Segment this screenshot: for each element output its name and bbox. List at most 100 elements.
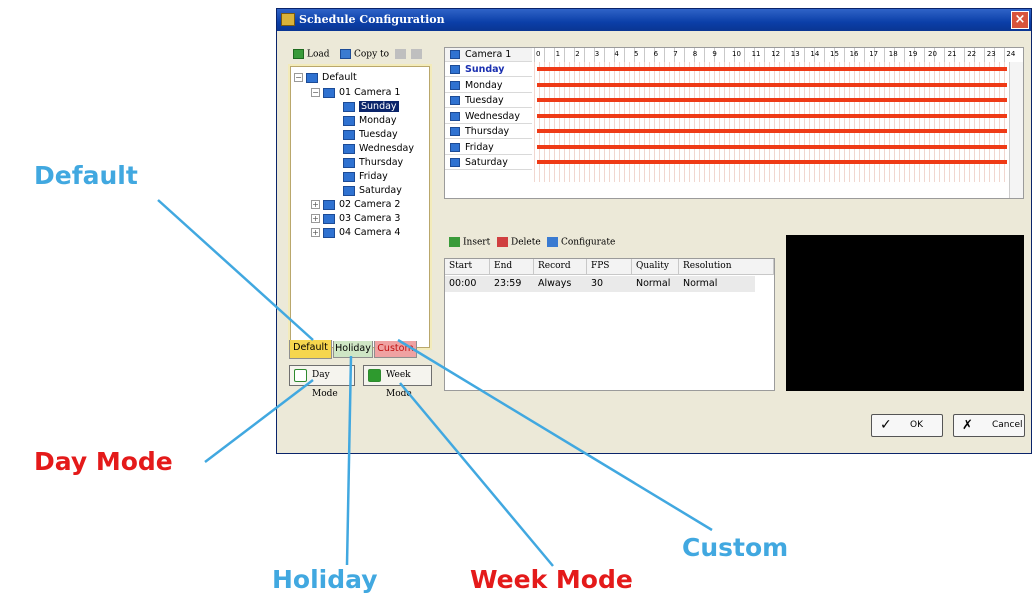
insert-icon bbox=[449, 237, 460, 247]
hour-label: 16 bbox=[849, 50, 859, 58]
camera-icon bbox=[323, 213, 335, 224]
copy-to-label: Copy to bbox=[354, 49, 390, 60]
col-record[interactable]: Record bbox=[534, 259, 587, 275]
grid-scrollbar[interactable] bbox=[1009, 62, 1023, 198]
down-arrow-button[interactable] bbox=[411, 49, 425, 60]
up-arrow-button[interactable] bbox=[395, 49, 409, 60]
day-icon bbox=[450, 65, 460, 74]
annotation-week-mode: Week Mode bbox=[470, 565, 633, 594]
title-bar[interactable]: Schedule Configuration × bbox=[277, 9, 1031, 31]
collapse-icon[interactable]: − bbox=[294, 73, 303, 82]
hour-label: 14 bbox=[810, 50, 820, 58]
col-resolution[interactable]: Resolution bbox=[679, 259, 774, 275]
ok-button[interactable]: ✓ OK bbox=[871, 414, 943, 437]
cancel-button[interactable]: ✗ Cancel bbox=[953, 414, 1025, 437]
day-icon bbox=[450, 96, 460, 105]
tree-node-wednesday[interactable]: Wednesday bbox=[343, 142, 414, 156]
window-title: Schedule Configuration bbox=[299, 13, 445, 26]
hour-label: 0 bbox=[536, 50, 541, 58]
load-button[interactable]: Load bbox=[293, 49, 330, 60]
schedule-grid[interactable]: Camera 1 0 1 2 3 4 5 6 7 8 9 10 11 12 13 14 15 16 17 18 19 2… bbox=[444, 47, 1024, 199]
calendar-icon bbox=[343, 101, 355, 112]
close-button[interactable]: × bbox=[1011, 11, 1029, 29]
tree-node-camera-3[interactable]: +03 Camera 3 bbox=[311, 212, 400, 226]
hour-label: 6 bbox=[653, 50, 659, 58]
col-fps[interactable]: FPS bbox=[587, 259, 632, 275]
grid-day-wednesday[interactable]: Wednesday bbox=[445, 109, 532, 124]
hour-label: 17 bbox=[869, 50, 879, 58]
calendar-icon bbox=[343, 129, 355, 140]
annotation-custom: Custom bbox=[682, 533, 789, 562]
grid-day-label: Sunday bbox=[465, 64, 505, 75]
week-mode-icon bbox=[368, 369, 381, 382]
tree-node-monday[interactable]: Monday bbox=[343, 114, 397, 128]
calendar-icon bbox=[343, 157, 355, 168]
load-label: Load bbox=[307, 49, 330, 60]
expand-icon[interactable]: + bbox=[311, 200, 320, 209]
day-icon bbox=[450, 158, 460, 167]
calendar-icon bbox=[343, 115, 355, 126]
grid-day-thursday[interactable]: Thursday bbox=[445, 124, 532, 139]
delete-button[interactable]: Delete bbox=[497, 237, 541, 248]
x-icon: ✗ bbox=[962, 418, 973, 433]
week-mode-button[interactable]: Week Mode bbox=[363, 365, 432, 399]
tree-node-tuesday[interactable]: Tuesday bbox=[343, 128, 398, 142]
tree-node-camera-4[interactable]: +04 Camera 4 bbox=[311, 226, 400, 240]
day-mode-icon bbox=[294, 369, 307, 382]
copy-to-button[interactable]: Copy to bbox=[340, 49, 389, 60]
expand-icon[interactable]: + bbox=[311, 228, 320, 237]
day-icon bbox=[450, 127, 460, 136]
cell-quality: Normal bbox=[632, 276, 679, 292]
annotation-holiday: Holiday bbox=[272, 565, 378, 594]
hour-label: 8 bbox=[692, 50, 698, 58]
annotation-default: Default bbox=[34, 161, 138, 190]
camera-tree[interactable]: − Default −01 Camera 1 Sunday Monday Tues… bbox=[288, 64, 432, 350]
tree-node-sunday[interactable]: Sunday bbox=[343, 100, 399, 114]
tab-default[interactable]: Default bbox=[289, 340, 332, 359]
tree-node-friday[interactable]: Friday bbox=[343, 170, 388, 184]
schedule-bar-wednesday[interactable] bbox=[537, 113, 1007, 118]
hour-label: 13 bbox=[790, 50, 800, 58]
insert-button[interactable]: Insert bbox=[449, 237, 490, 248]
schedule-bar-thursday[interactable] bbox=[537, 129, 1007, 133]
check-icon: ✓ bbox=[880, 417, 892, 433]
calendar-icon bbox=[343, 185, 355, 196]
video-preview bbox=[786, 235, 1024, 391]
tab-holiday[interactable]: Holiday bbox=[333, 341, 373, 358]
day-mode-button[interactable]: Day Mode bbox=[289, 365, 355, 399]
hour-label: 2 bbox=[575, 50, 580, 58]
schedule-table[interactable]: Start Time End Time Record FPS Quality R… bbox=[444, 258, 775, 391]
camera-icon bbox=[323, 227, 335, 238]
tree-node-thursday[interactable]: Thursday bbox=[343, 156, 403, 170]
hour-scale: 0 1 2 3 4 5 6 7 8 9 10 11 12 13 14 15 16 17 18 19 20 21 22 23 24 bbox=[534, 48, 1015, 62]
schedule-bar-monday[interactable] bbox=[537, 82, 1007, 87]
grid-day-label: Tuesday bbox=[465, 95, 504, 106]
calendar-icon bbox=[343, 171, 355, 182]
hour-label: 9 bbox=[712, 50, 717, 58]
grid-day-label: Thursday bbox=[465, 126, 510, 137]
schedule-bar-saturday[interactable] bbox=[537, 160, 1007, 164]
grid-day-friday[interactable]: Friday bbox=[445, 140, 532, 155]
configurate-button[interactable]: Configurate bbox=[547, 237, 615, 248]
tree-node-saturday[interactable]: Saturday bbox=[343, 184, 402, 198]
copy-icon bbox=[340, 49, 351, 59]
hour-label: 12 bbox=[771, 50, 781, 58]
tree-node-default[interactable]: − Default bbox=[294, 71, 357, 85]
grid-day-tuesday[interactable]: Tuesday bbox=[445, 93, 532, 108]
grid-day-sunday[interactable]: Sunday bbox=[445, 62, 532, 77]
col-quality[interactable]: Quality bbox=[632, 259, 679, 275]
tree-node-camera-2[interactable]: +02 Camera 2 bbox=[311, 198, 400, 212]
schedule-bar-tuesday[interactable] bbox=[537, 98, 1007, 102]
collapse-icon[interactable]: − bbox=[311, 88, 320, 97]
hour-label: 1 bbox=[555, 50, 561, 58]
expand-icon[interactable]: + bbox=[311, 214, 320, 223]
col-start-time[interactable]: Start Time bbox=[445, 259, 490, 286]
tree-node-camera-1[interactable]: −01 Camera 1 bbox=[311, 86, 400, 100]
tab-custom[interactable]: Custom bbox=[374, 341, 417, 358]
folder-icon bbox=[306, 72, 318, 83]
schedule-bar-friday[interactable] bbox=[537, 144, 1007, 149]
col-end-time[interactable]: End Time bbox=[490, 259, 534, 286]
grid-day-monday[interactable]: Monday bbox=[445, 78, 532, 93]
schedule-bar-sunday[interactable] bbox=[537, 67, 1007, 71]
grid-day-saturday[interactable]: Saturday bbox=[445, 155, 532, 170]
